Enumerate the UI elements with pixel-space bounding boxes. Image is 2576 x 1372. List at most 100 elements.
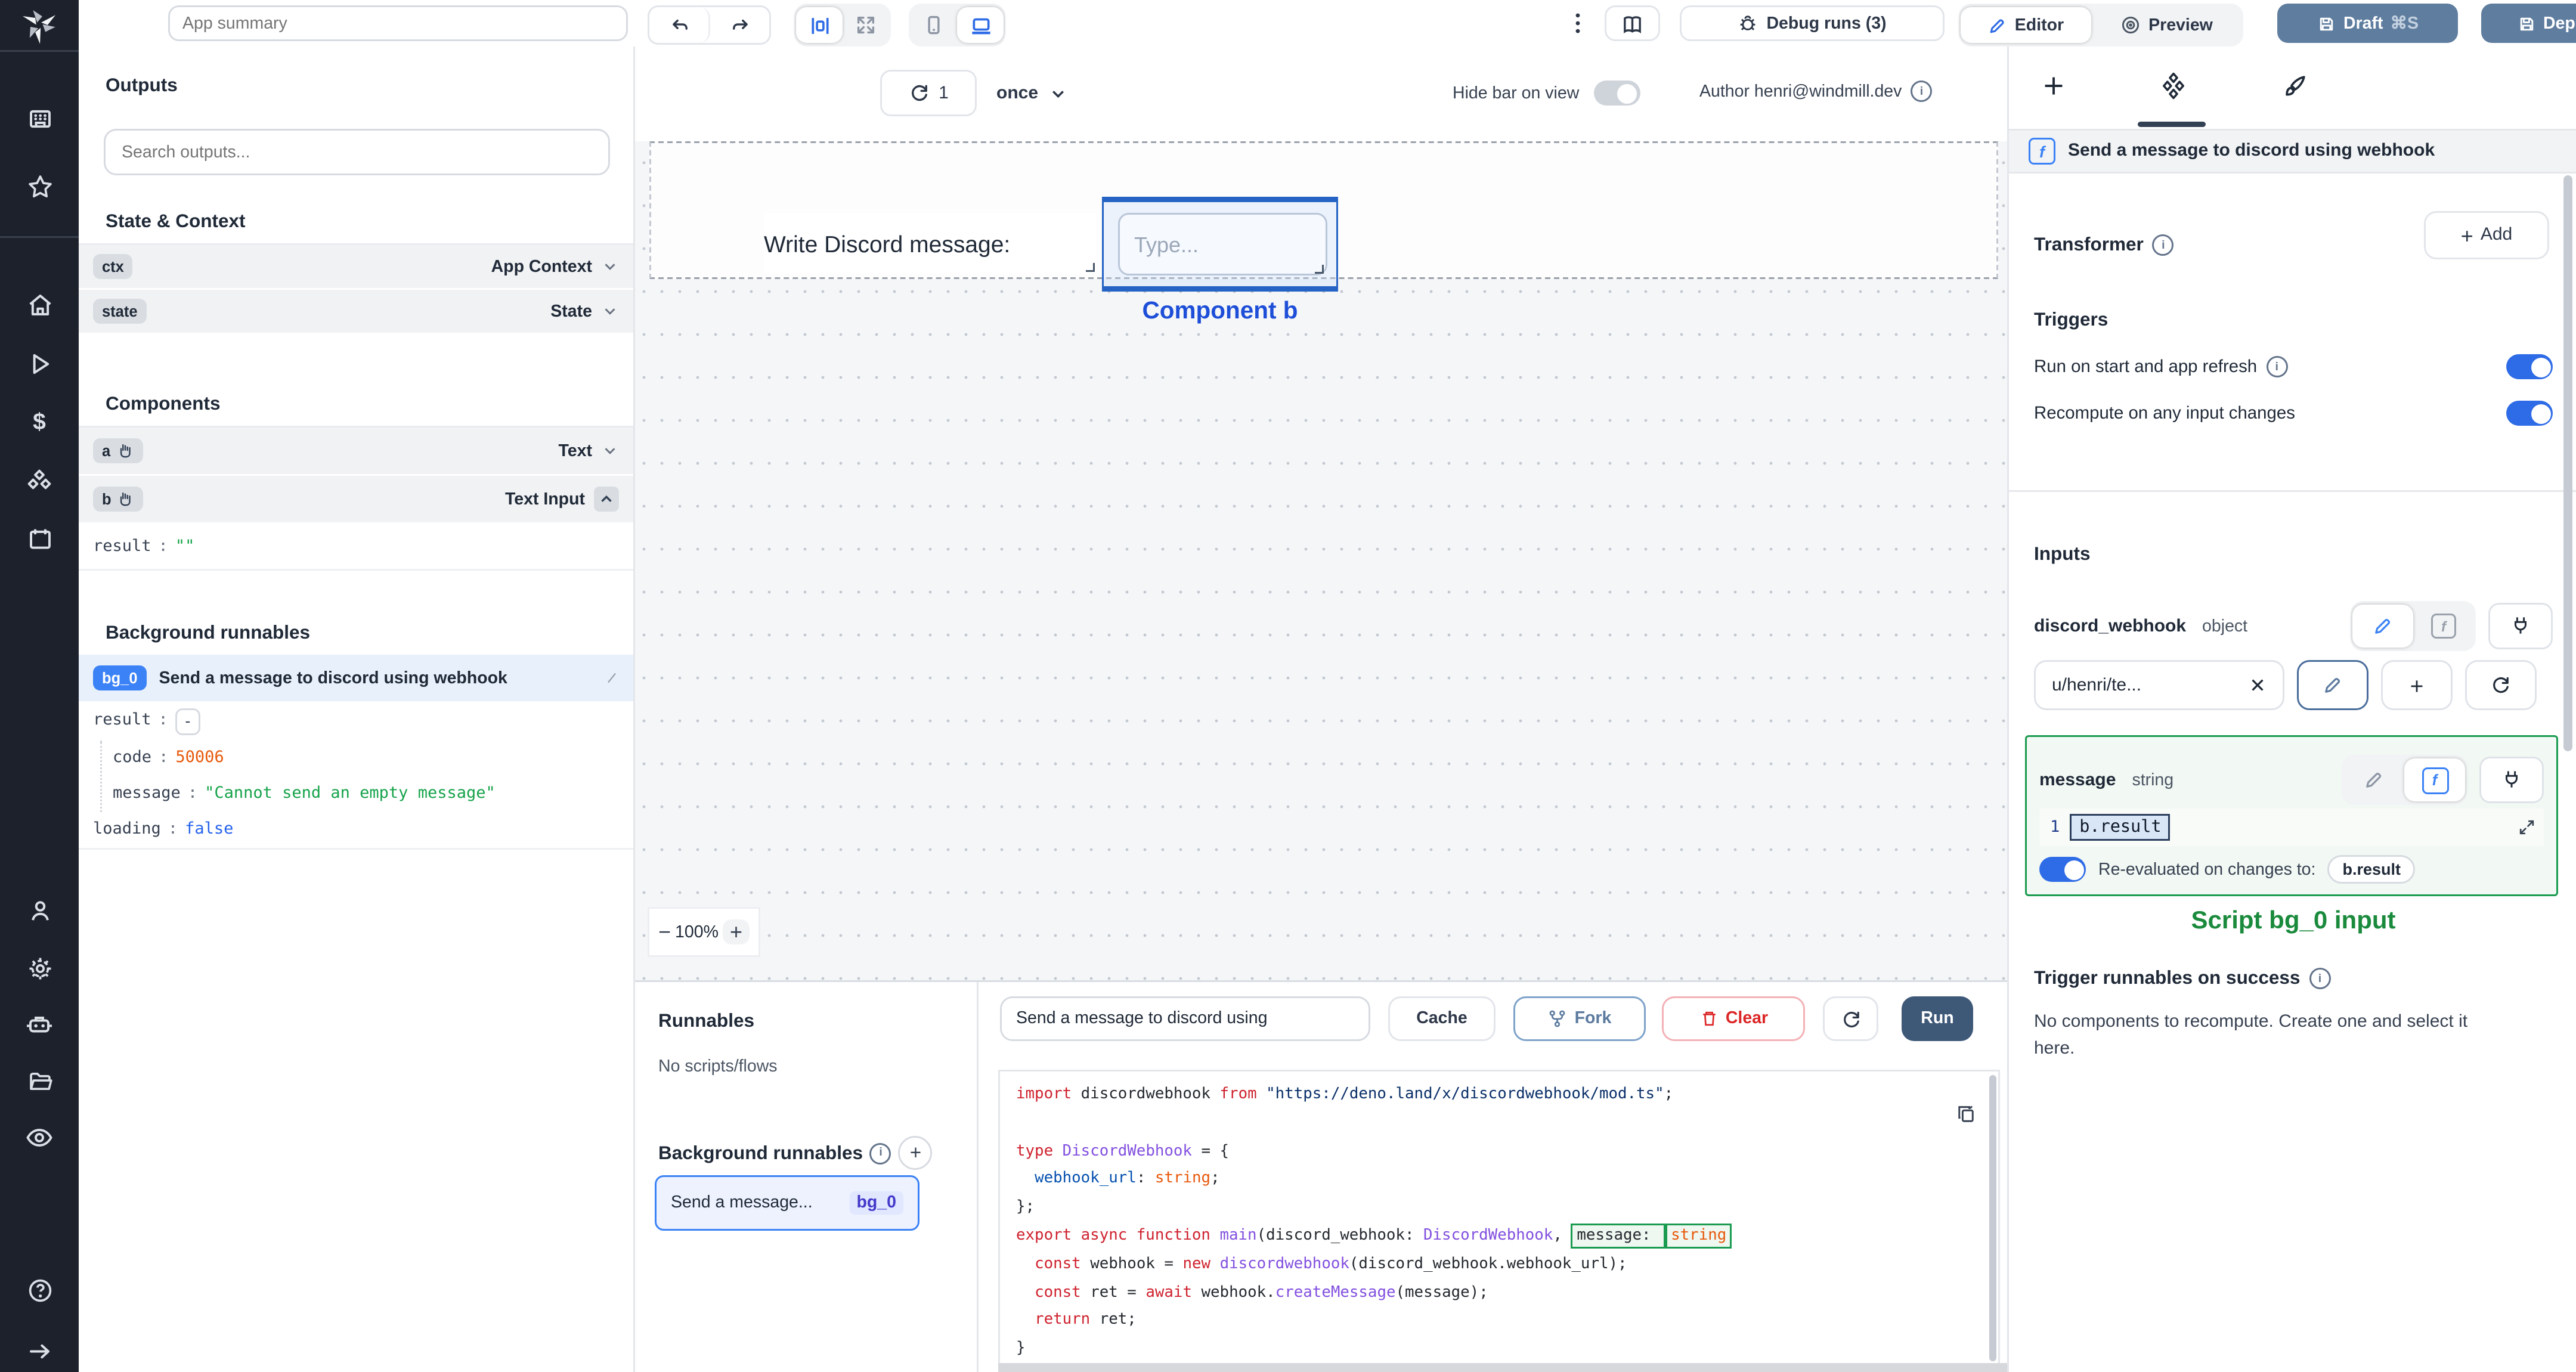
tab-insert-plus-icon[interactable] bbox=[2041, 73, 2066, 98]
search-outputs-input[interactable] bbox=[104, 129, 610, 175]
recompute-toggle[interactable] bbox=[2506, 401, 2553, 426]
panel-scrollbar[interactable] bbox=[2563, 175, 2572, 751]
expr-editor-line[interactable]: 1 b.result bbox=[2039, 809, 2544, 846]
mobile-view-icon[interactable] bbox=[911, 7, 957, 43]
zoom-in-button[interactable]: + bbox=[722, 919, 750, 944]
settings-gear-icon[interactable] bbox=[0, 947, 79, 989]
settings-tabs bbox=[2009, 47, 2576, 125]
ctx-chip[interactable]: ctx bbox=[93, 254, 133, 279]
resize-handle[interactable] bbox=[1086, 263, 1095, 272]
debug-runs-button[interactable]: Debug runs (3) bbox=[1680, 5, 1945, 41]
app-summary-input[interactable] bbox=[168, 5, 628, 41]
output-row-ctx[interactable]: ctx App Context bbox=[79, 245, 633, 290]
resource-picker-row: u/henri/te... + bbox=[2034, 660, 2553, 710]
undo-button[interactable] bbox=[649, 7, 710, 43]
tab-styling-brush-icon[interactable] bbox=[2281, 73, 2308, 100]
pencil-icon bbox=[1990, 18, 2005, 32]
align-center-icon[interactable] bbox=[796, 7, 843, 43]
code-editor[interactable]: import discordwebhook from "https://deno… bbox=[998, 1070, 2000, 1367]
state-chip[interactable]: state bbox=[93, 299, 147, 324]
code-vscrollbar[interactable] bbox=[1989, 1075, 1996, 1361]
on-success-title-row: Trigger runnables on success i bbox=[2034, 968, 2331, 989]
add-resource-button[interactable]: + bbox=[2381, 660, 2453, 710]
expand-editor-icon[interactable] bbox=[2517, 817, 2537, 837]
clear-button[interactable]: Clear bbox=[1662, 996, 1805, 1041]
collapse-chevron-up[interactable] bbox=[594, 487, 619, 512]
tab-components-icon[interactable] bbox=[2159, 72, 2188, 100]
text-component-a[interactable]: Write Discord message: bbox=[764, 213, 1097, 274]
eval-mode[interactable]: f bbox=[2404, 758, 2465, 801]
static-pencil-mode[interactable] bbox=[2352, 605, 2413, 648]
component-row-b[interactable]: b Text Input bbox=[79, 476, 633, 524]
favorites-star-icon[interactable] bbox=[0, 166, 79, 208]
bg0-output-row[interactable]: bg_0 Send a message to discord using web… bbox=[79, 655, 633, 701]
ai-robot-icon[interactable] bbox=[0, 1004, 79, 1046]
selected-component-label: Component b bbox=[1142, 297, 1298, 324]
selected-component-b[interactable]: Type... bbox=[1102, 197, 1338, 292]
static-pencil-mode[interactable] bbox=[2343, 758, 2404, 801]
refresh-count-button[interactable]: 1 bbox=[880, 70, 977, 116]
eye-icon[interactable] bbox=[0, 1117, 79, 1159]
edit-resource-button[interactable] bbox=[2297, 660, 2368, 710]
docs-button[interactable] bbox=[1605, 5, 1660, 41]
info-icon[interactable]: i bbox=[1911, 80, 1933, 102]
divider bbox=[2009, 490, 2576, 492]
component-b-chip[interactable]: b bbox=[93, 487, 144, 512]
copy-code-icon[interactable] bbox=[1955, 1104, 1977, 1125]
info-icon[interactable]: i bbox=[2266, 356, 2288, 377]
home-icon[interactable] bbox=[0, 284, 79, 327]
type-label: string bbox=[2132, 770, 2174, 790]
resize-handle[interactable] bbox=[1315, 265, 1324, 274]
component-a-chip[interactable]: a bbox=[93, 438, 143, 463]
zoom-out-button[interactable]: − bbox=[658, 919, 671, 944]
add-runnable-button[interactable]: + bbox=[899, 1136, 933, 1170]
frequency-select[interactable]: once bbox=[996, 70, 1069, 116]
connect-plug-button[interactable] bbox=[2479, 757, 2544, 803]
expr-value-selected[interactable]: b.result bbox=[2070, 814, 2171, 841]
schedules-calendar-icon[interactable] bbox=[0, 518, 79, 560]
workspace-icon[interactable] bbox=[0, 98, 79, 141]
collapse-arrow-icon[interactable] bbox=[0, 1330, 79, 1372]
add-transformer-button[interactable]: + Add bbox=[2424, 211, 2549, 259]
runnable-name-input[interactable] bbox=[1000, 996, 1370, 1041]
component-row-a[interactable]: a Text bbox=[79, 428, 633, 476]
tab-preview[interactable]: Preview bbox=[2091, 7, 2241, 43]
eval-mode[interactable]: f bbox=[2413, 605, 2474, 648]
runs-play-icon[interactable] bbox=[0, 343, 79, 385]
connect-plug-button[interactable] bbox=[2488, 603, 2553, 649]
refresh-resource-button[interactable] bbox=[2465, 660, 2537, 710]
reeval-toggle[interactable] bbox=[2039, 857, 2086, 882]
help-icon[interactable] bbox=[0, 1269, 79, 1312]
windmill-logo-icon[interactable] bbox=[0, 0, 79, 51]
user-icon[interactable] bbox=[0, 891, 79, 933]
info-icon[interactable]: i bbox=[2152, 234, 2174, 256]
tab-editor[interactable]: Editor bbox=[1961, 7, 2091, 43]
more-menu-icon[interactable] bbox=[1567, 11, 1589, 36]
fork-button[interactable]: Fork bbox=[1513, 996, 1646, 1041]
resources-cubes-icon[interactable] bbox=[0, 459, 79, 501]
b-result-value: "" bbox=[175, 537, 195, 556]
run-button[interactable]: Run bbox=[1902, 996, 1973, 1041]
folders-icon[interactable] bbox=[0, 1060, 79, 1102]
component-settings-panel: f Send a message to discord using webhoo… bbox=[2007, 47, 2576, 1372]
refresh-code-button[interactable] bbox=[1823, 996, 1878, 1041]
hide-bar-toggle[interactable] bbox=[1593, 80, 1640, 106]
draft-button[interactable]: Draft ⌘S bbox=[2277, 4, 2458, 43]
deploy-button[interactable]: Deploy bbox=[2481, 4, 2576, 43]
reeval-dependency-pill[interactable]: b.result bbox=[2328, 855, 2415, 884]
info-icon[interactable]: i bbox=[870, 1142, 892, 1164]
info-icon[interactable]: i bbox=[2309, 968, 2331, 989]
output-row-state[interactable]: state State bbox=[79, 290, 633, 335]
redo-button[interactable] bbox=[710, 7, 769, 43]
variables-dollar-icon[interactable]: $ bbox=[0, 401, 79, 444]
run-on-start-toggle[interactable] bbox=[2506, 354, 2553, 379]
runnable-item-bg0[interactable]: Send a message... bg_0 bbox=[655, 1175, 919, 1231]
resource-field[interactable]: u/henri/te... bbox=[2034, 660, 2284, 710]
selected-runnable-header: f Send a message to discord using webhoo… bbox=[2009, 129, 2576, 174]
text-input-component[interactable]: Type... bbox=[1118, 213, 1327, 275]
collapse-node-button[interactable]: - bbox=[175, 707, 200, 735]
expand-icon[interactable] bbox=[843, 7, 889, 43]
chevron-down-icon bbox=[1053, 89, 1065, 97]
cache-button[interactable]: Cache bbox=[1388, 996, 1496, 1041]
desktop-view-icon[interactable] bbox=[957, 7, 1004, 43]
